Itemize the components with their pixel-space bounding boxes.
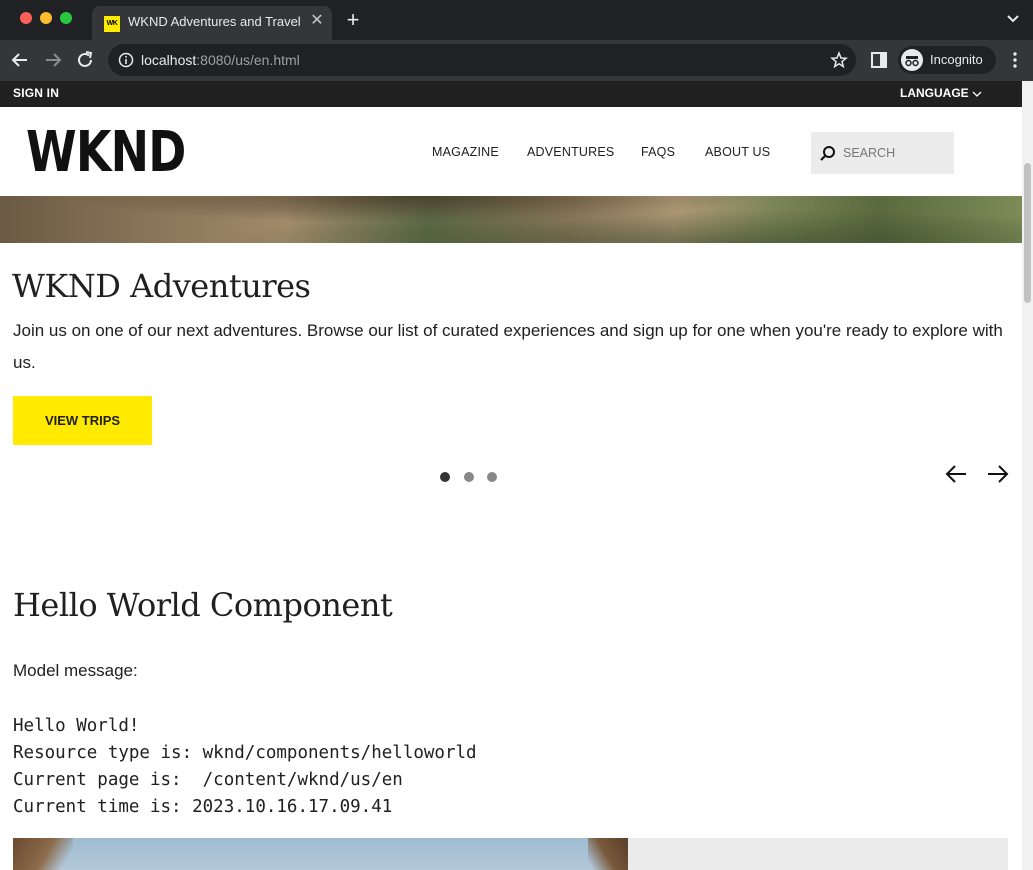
chevron-down-icon <box>972 91 982 97</box>
url-text[interactable]: localhost:8080/us/en.html <box>141 52 300 68</box>
reload-icon[interactable] <box>74 49 96 71</box>
scrollbar-thumb[interactable] <box>1024 163 1031 303</box>
carousel-dot[interactable] <box>440 472 450 482</box>
search-icon <box>820 146 835 161</box>
bookmark-star-icon[interactable] <box>830 51 848 69</box>
favicon-icon: WK <box>104 16 120 32</box>
browser-tab-bar: WK WKND Adventures and Travel ✕ + <box>0 0 1033 40</box>
address-bar[interactable]: localhost:8080/us/en.html <box>108 44 856 76</box>
hero-image <box>0 196 1022 243</box>
browser-toolbar: localhost:8080/us/en.html Incognito <box>0 40 1033 81</box>
output-line: Current page is: /content/wknd/us/en <box>13 770 403 790</box>
minimize-window-button[interactable] <box>40 12 52 24</box>
search-input[interactable] <box>843 132 951 174</box>
language-dropdown[interactable]: LANGUAGE <box>900 86 982 100</box>
teaser-panel <box>628 838 1008 870</box>
carousel-next-arrow-icon[interactable] <box>986 463 1010 485</box>
hello-world-title: Hello World Component <box>13 586 393 624</box>
view-trips-button[interactable]: VIEW TRIPS <box>13 396 152 445</box>
incognito-icon <box>901 49 923 71</box>
maximize-window-button[interactable] <box>60 12 72 24</box>
wknd-logo[interactable]: WKND <box>26 125 186 181</box>
carousel-dot[interactable] <box>464 472 474 482</box>
browser-menu-icon[interactable] <box>1008 51 1022 69</box>
incognito-label: Incognito <box>930 52 983 67</box>
web-page: SIGN IN LANGUAGE WKND MAGAZINE ADVENTURE… <box>0 81 1022 870</box>
model-message-label: Model message: <box>13 661 138 680</box>
nav-faqs[interactable]: FAQS <box>641 145 675 159</box>
url-host: localhost <box>141 52 197 68</box>
nav-about-us[interactable]: ABOUT US <box>705 145 770 159</box>
back-arrow-icon[interactable] <box>9 49 31 71</box>
tab-search-chevron-icon[interactable] <box>1006 12 1020 26</box>
sign-in-link[interactable]: SIGN IN <box>13 86 59 100</box>
utility-bar: SIGN IN LANGUAGE <box>0 81 1022 107</box>
language-label: LANGUAGE <box>900 86 969 100</box>
incognito-profile-button[interactable]: Incognito <box>898 46 996 74</box>
search-box[interactable] <box>811 132 954 174</box>
nav-magazine[interactable]: MAGAZINE <box>432 145 499 159</box>
browser-tab[interactable]: WK WKND Adventures and Travel ✕ <box>92 6 332 40</box>
url-path: :8080/us/en.html <box>196 52 300 68</box>
hello-world-output: Hello World! Resource type is: wknd/compo… <box>13 713 477 821</box>
output-line: Current time is: 2023.10.16.17.09.41 <box>13 797 393 817</box>
page-scrollbar[interactable] <box>1022 81 1033 870</box>
output-line: Resource type is: wknd/components/hellow… <box>13 743 477 763</box>
hero-title: WKND Adventures <box>12 267 311 305</box>
output-line: Hello World! <box>13 716 140 736</box>
side-panel-icon[interactable] <box>870 51 888 69</box>
tab-title: WKND Adventures and Travel <box>128 14 301 29</box>
forward-arrow-icon[interactable] <box>42 49 64 71</box>
carousel-dot[interactable] <box>487 472 497 482</box>
carousel-prev-arrow-icon[interactable] <box>944 463 968 485</box>
new-tab-icon[interactable]: + <box>342 9 364 31</box>
site-header: WKND MAGAZINE ADVENTURES FAQS ABOUT US <box>0 107 1022 196</box>
teaser-image <box>13 838 628 870</box>
nav-adventures[interactable]: ADVENTURES <box>527 145 614 159</box>
hero-description: Join us on one of our next adventures. B… <box>13 321 1003 372</box>
close-window-button[interactable] <box>20 12 32 24</box>
close-tab-icon[interactable]: ✕ <box>308 12 326 30</box>
site-info-icon[interactable] <box>118 52 134 68</box>
